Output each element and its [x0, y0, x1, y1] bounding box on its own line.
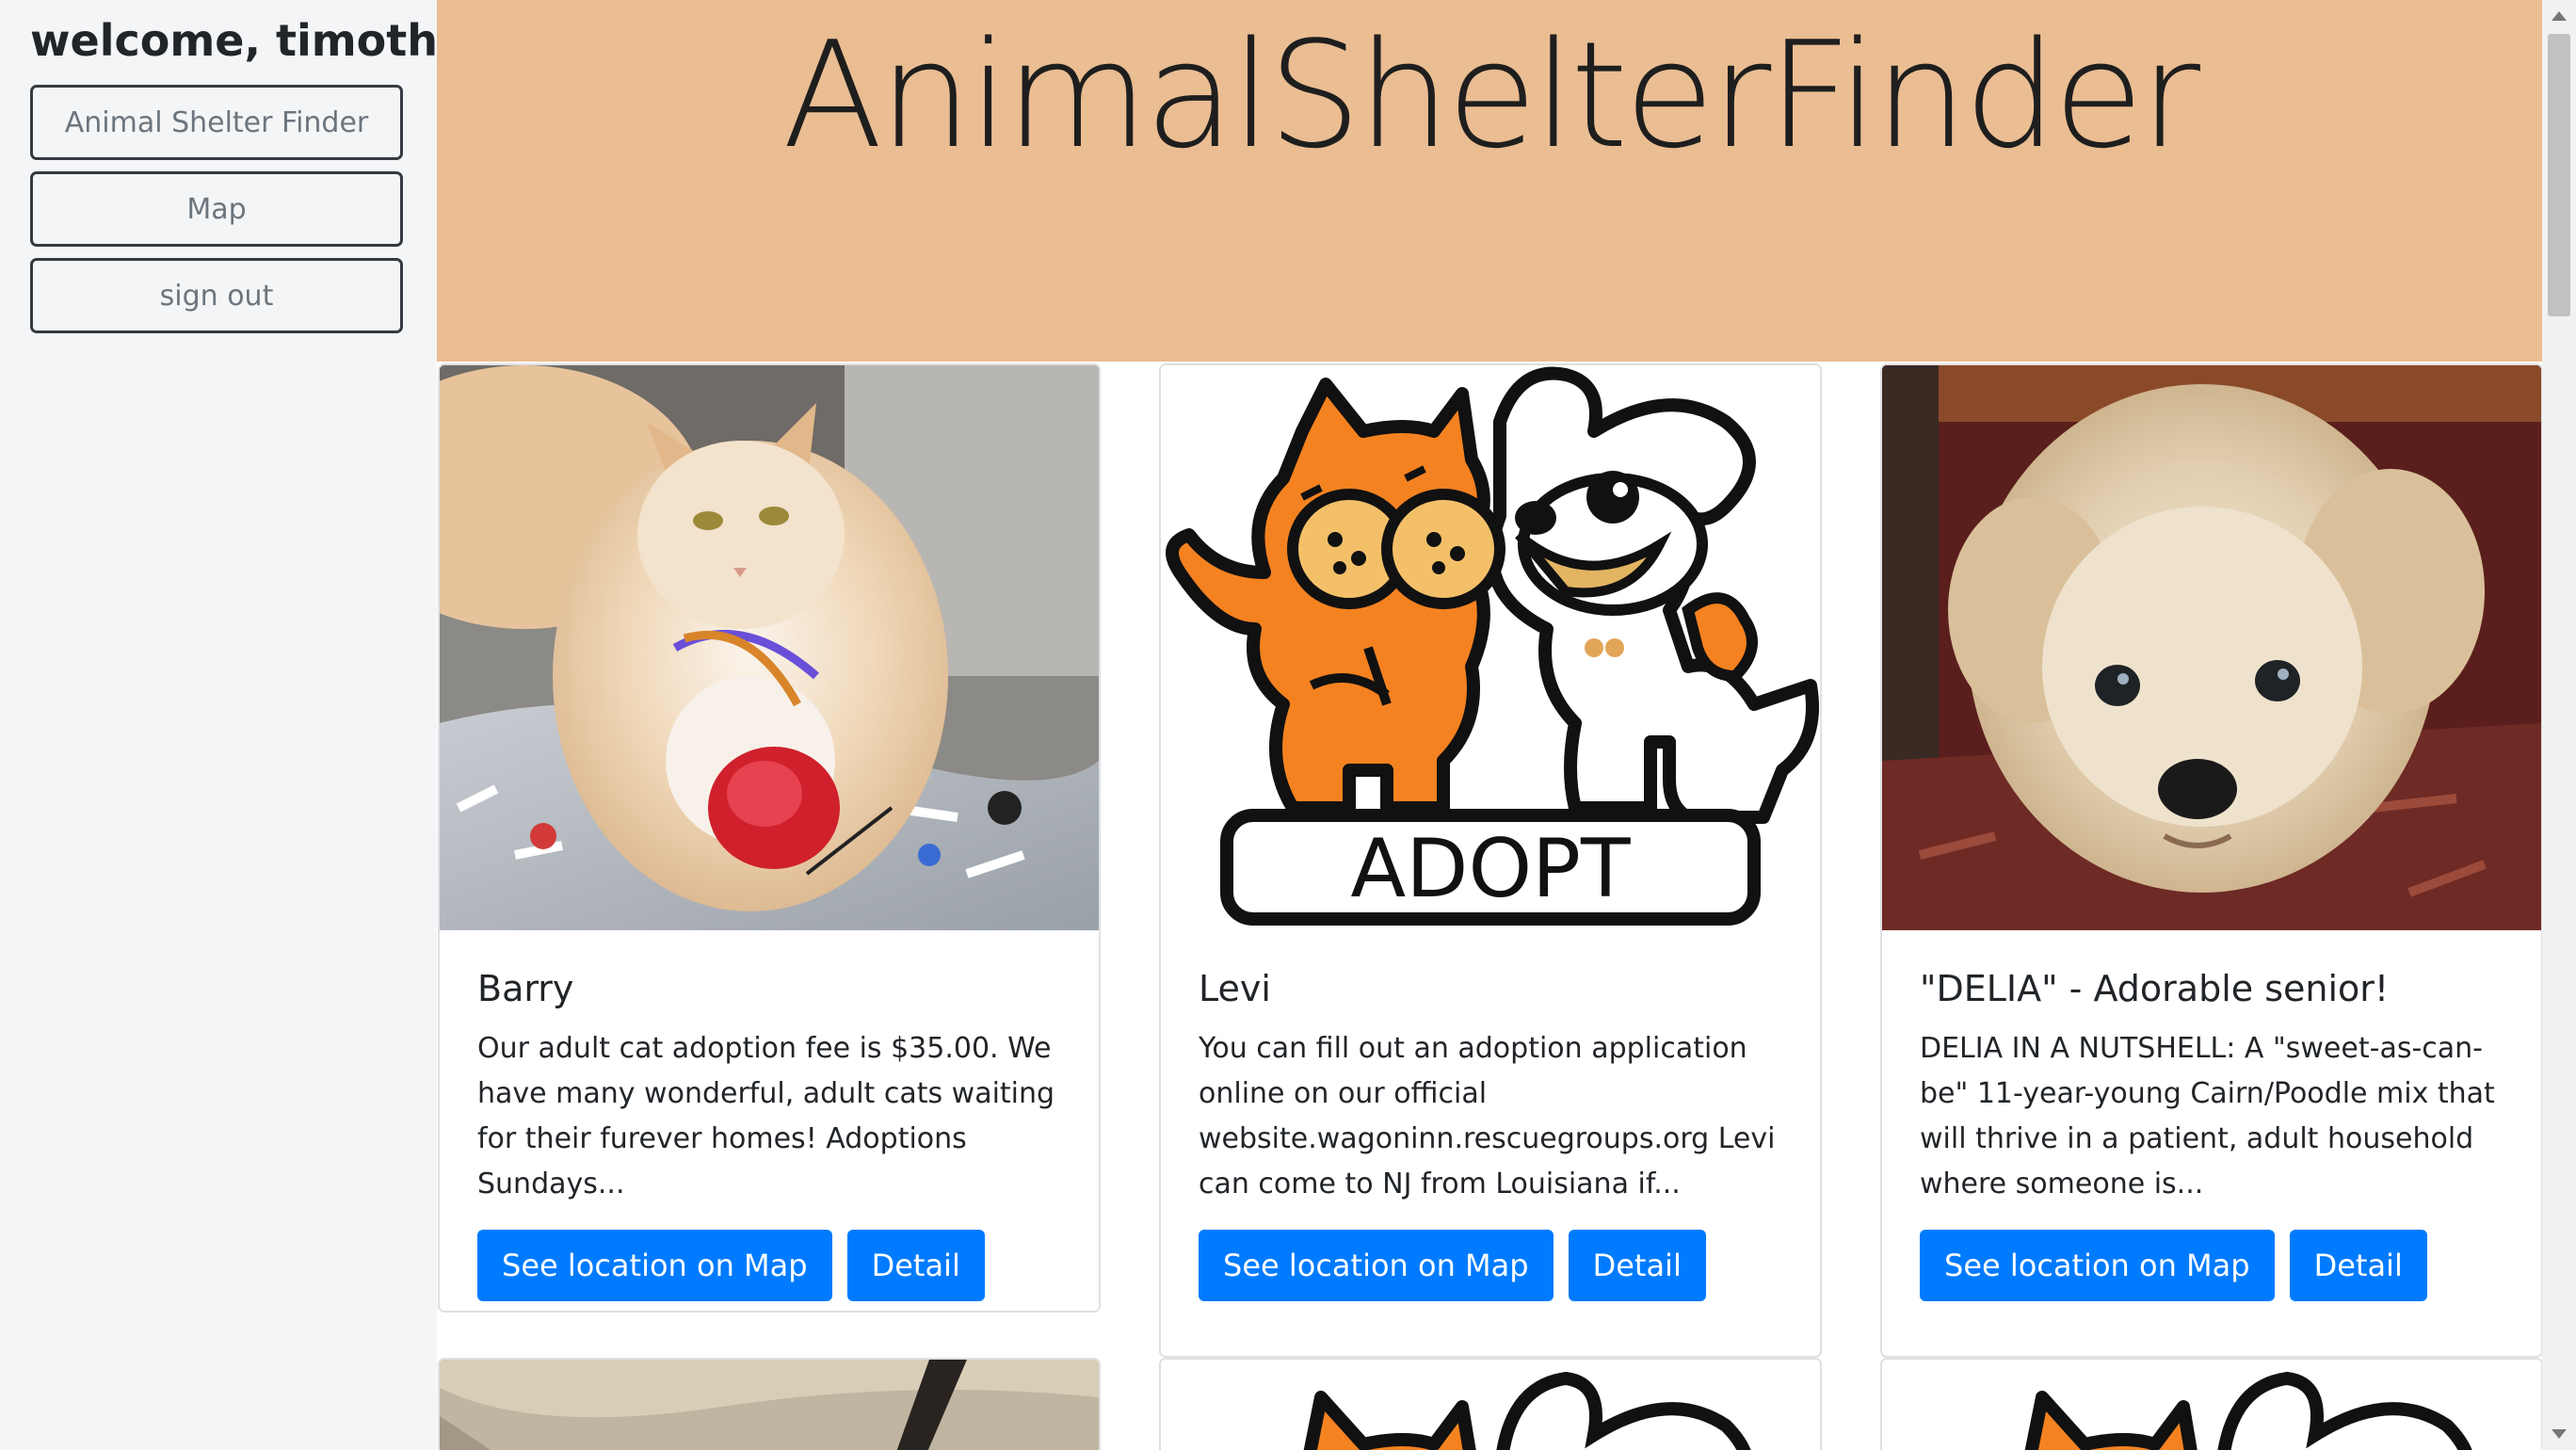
pet-name: "DELIA" - Adorable senior! — [1920, 968, 2390, 1009]
pet-photo-adopt-placeholder[interactable]: ADOPT — [1161, 365, 1820, 930]
scroll-up-arrow-icon[interactable] — [2552, 11, 2567, 21]
pet-photo-partial[interactable] — [440, 1360, 1099, 1450]
site-title: AnimalShelterFinder — [781, 9, 2200, 181]
page: welcome, timothy Animal Shelter Finder M… — [0, 0, 2576, 1450]
see-location-on-map-button[interactable]: See location on Map — [1199, 1230, 1554, 1301]
detail-button[interactable]: Detail — [2289, 1230, 2427, 1301]
vertical-scrollbar[interactable] — [2542, 0, 2576, 1450]
pet-photo-dog[interactable] — [1882, 365, 2541, 930]
pet-name: Barry — [477, 968, 574, 1009]
card-body: "DELIA" - Adorable senior! DELIA IN A NU… — [1920, 930, 2504, 1301]
header-banner: AnimalShelterFinder — [437, 0, 2542, 362]
sign-out-button[interactable]: sign out — [30, 258, 403, 333]
detail-button[interactable]: Detail — [1568, 1230, 1706, 1301]
pet-card-delia: "DELIA" - Adorable senior! DELIA IN A NU… — [1880, 363, 2543, 1358]
card-body: Barry Our adult cat adoption fee is $35.… — [477, 930, 1061, 1301]
card-body: Levi You can fill out an adoption applic… — [1199, 930, 1782, 1301]
welcome-text: welcome, timothy — [30, 15, 466, 66]
pet-name: Levi — [1199, 968, 1271, 1009]
pet-description: You can fill out an adoption application… — [1199, 1032, 1776, 1200]
scroll-down-arrow-icon[interactable] — [2552, 1429, 2567, 1439]
pet-card-partial — [438, 1358, 1101, 1450]
dog-photo-illustration — [1882, 365, 2541, 930]
pet-card-partial — [1880, 1358, 2543, 1450]
card-actions: See location on Map Detail — [1199, 1230, 1782, 1301]
card-actions: See location on Map Detail — [1920, 1230, 2504, 1301]
adopt-illustration-partial[interactable] — [1882, 1360, 2541, 1450]
adopt-illustration: ADOPT — [1166, 366, 1819, 926]
sidebar: welcome, timothy Animal Shelter Finder M… — [0, 0, 466, 1450]
pet-card-barry: Barry Our adult cat adoption fee is $35.… — [438, 363, 1101, 1313]
see-location-on-map-button[interactable]: See location on Map — [1920, 1230, 2275, 1301]
scrollbar-thumb[interactable] — [2548, 34, 2570, 316]
cat-photo-illustration — [440, 365, 1099, 930]
pet-photo-cat[interactable] — [440, 365, 1099, 930]
adopt-sign-text: ADOPT — [1350, 822, 1631, 916]
pet-card-partial — [1159, 1358, 1822, 1450]
see-location-on-map-button[interactable]: See location on Map — [477, 1230, 832, 1301]
pet-card-levi: ADOPT Levi You can fill out an adoption … — [1159, 363, 1822, 1358]
nav-map-button[interactable]: Map — [30, 171, 403, 247]
pet-description: Our adult cat adoption fee is $35.00. We… — [477, 1032, 1055, 1200]
detail-button[interactable]: Detail — [846, 1230, 985, 1301]
card-actions: See location on Map Detail — [477, 1230, 1061, 1301]
pet-description: DELIA IN A NUTSHELL: A "sweet-as-can-be"… — [1920, 1032, 2495, 1200]
nav-animal-shelter-finder-button[interactable]: Animal Shelter Finder — [30, 85, 403, 160]
adopt-illustration-partial[interactable] — [1161, 1360, 1820, 1450]
